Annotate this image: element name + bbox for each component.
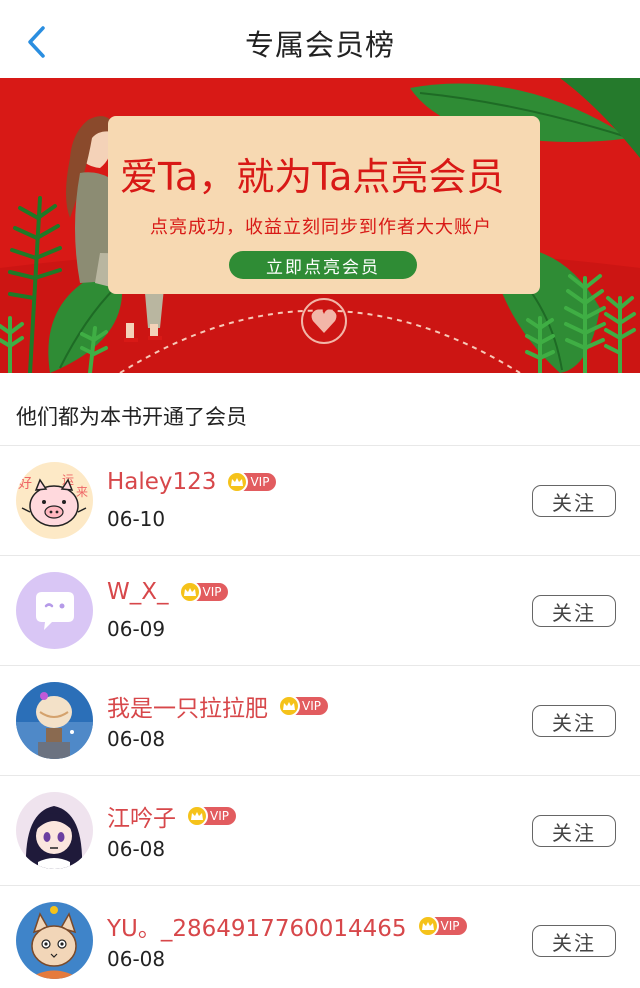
- speech-bubble-avatar[interactable]: [16, 572, 93, 649]
- vip-badge: VIP: [178, 581, 229, 603]
- vip-badge: VIP: [278, 695, 328, 717]
- follow-button[interactable]: 关注: [532, 595, 616, 627]
- vip-badge: VIP: [186, 805, 236, 827]
- anime-girl-avatar[interactable]: [16, 792, 93, 869]
- follow-button[interactable]: 关注: [532, 705, 616, 737]
- anime-girl-icon: [16, 792, 93, 869]
- member-name[interactable]: YU。_2864917760014465: [107, 909, 407, 943]
- light-up-membership-button[interactable]: 立即点亮会员: [229, 251, 417, 279]
- crown-icon: [278, 695, 300, 717]
- speech-bubble-icon: [16, 572, 93, 649]
- cat-icon: [16, 902, 93, 979]
- member-name[interactable]: 我是一只拉拉肥: [107, 689, 268, 723]
- member-name[interactable]: 江吟子: [107, 799, 176, 833]
- svg-text:好: 好: [18, 476, 32, 492]
- section-title: 他们都为本书开通了会员: [16, 405, 247, 429]
- member-name-row: W_X_ VIP: [107, 579, 229, 605]
- svg-text:来: 来: [76, 485, 88, 499]
- pig-avatar[interactable]: 好 运 来: [16, 462, 93, 539]
- crown-icon: [186, 805, 208, 827]
- member-date: 06-08: [107, 947, 166, 971]
- member-row: YU。_2864917760014465 VIP 06-08 关注: [0, 886, 640, 988]
- member-row: 我是一只拉拉肥 VIP 06-08 关注: [0, 666, 640, 776]
- member-date: 06-08: [107, 837, 166, 861]
- balloon-avatar[interactable]: [16, 682, 93, 759]
- banner-headline: 爱Ta，就为Ta点亮会员: [120, 155, 505, 199]
- crown-icon: [178, 581, 201, 603]
- member-row: 江吟子 VIP 06-08 关注: [0, 776, 640, 886]
- member-name-row: Haley123 VIP: [107, 469, 277, 495]
- member-date: 06-10: [107, 507, 166, 531]
- cat-avatar[interactable]: [16, 902, 93, 979]
- follow-button[interactable]: 关注: [532, 815, 616, 847]
- hot-air-balloon-icon: [16, 682, 93, 759]
- vip-badge: VIP: [226, 471, 277, 493]
- member-list: 好 运 来 Haley123 VIP 06-10 关注: [0, 446, 640, 988]
- crown-icon: [416, 915, 439, 937]
- vip-badge: VIP: [416, 915, 467, 937]
- page-title: 专属会员榜: [244, 28, 395, 62]
- member-date: 06-09: [107, 617, 166, 641]
- member-name-row: 我是一只拉拉肥 VIP: [107, 689, 328, 723]
- banner-subtitle: 点亮成功，收益立刻同步到作者大大账户: [150, 217, 492, 238]
- member-date: 06-08: [107, 727, 166, 751]
- member-name[interactable]: W_X_: [107, 579, 169, 605]
- follow-button[interactable]: 关注: [532, 485, 616, 517]
- promo-banner[interactable]: 爱Ta，就为Ta点亮会员 点亮成功，收益立刻同步到作者大大账户 立即点亮会员: [0, 78, 640, 373]
- member-row: 好 运 来 Haley123 VIP 06-10 关注: [0, 446, 640, 556]
- top-nav-bar: 专属会员榜: [0, 0, 640, 78]
- member-name-row: YU。_2864917760014465 VIP: [107, 909, 467, 943]
- member-row: W_X_ VIP 06-09 关注: [0, 556, 640, 666]
- member-name[interactable]: Haley123: [107, 469, 216, 495]
- pig-icon: 好 运 来: [16, 462, 93, 539]
- member-name-row: 江吟子 VIP: [107, 799, 236, 833]
- follow-button[interactable]: 关注: [532, 925, 616, 957]
